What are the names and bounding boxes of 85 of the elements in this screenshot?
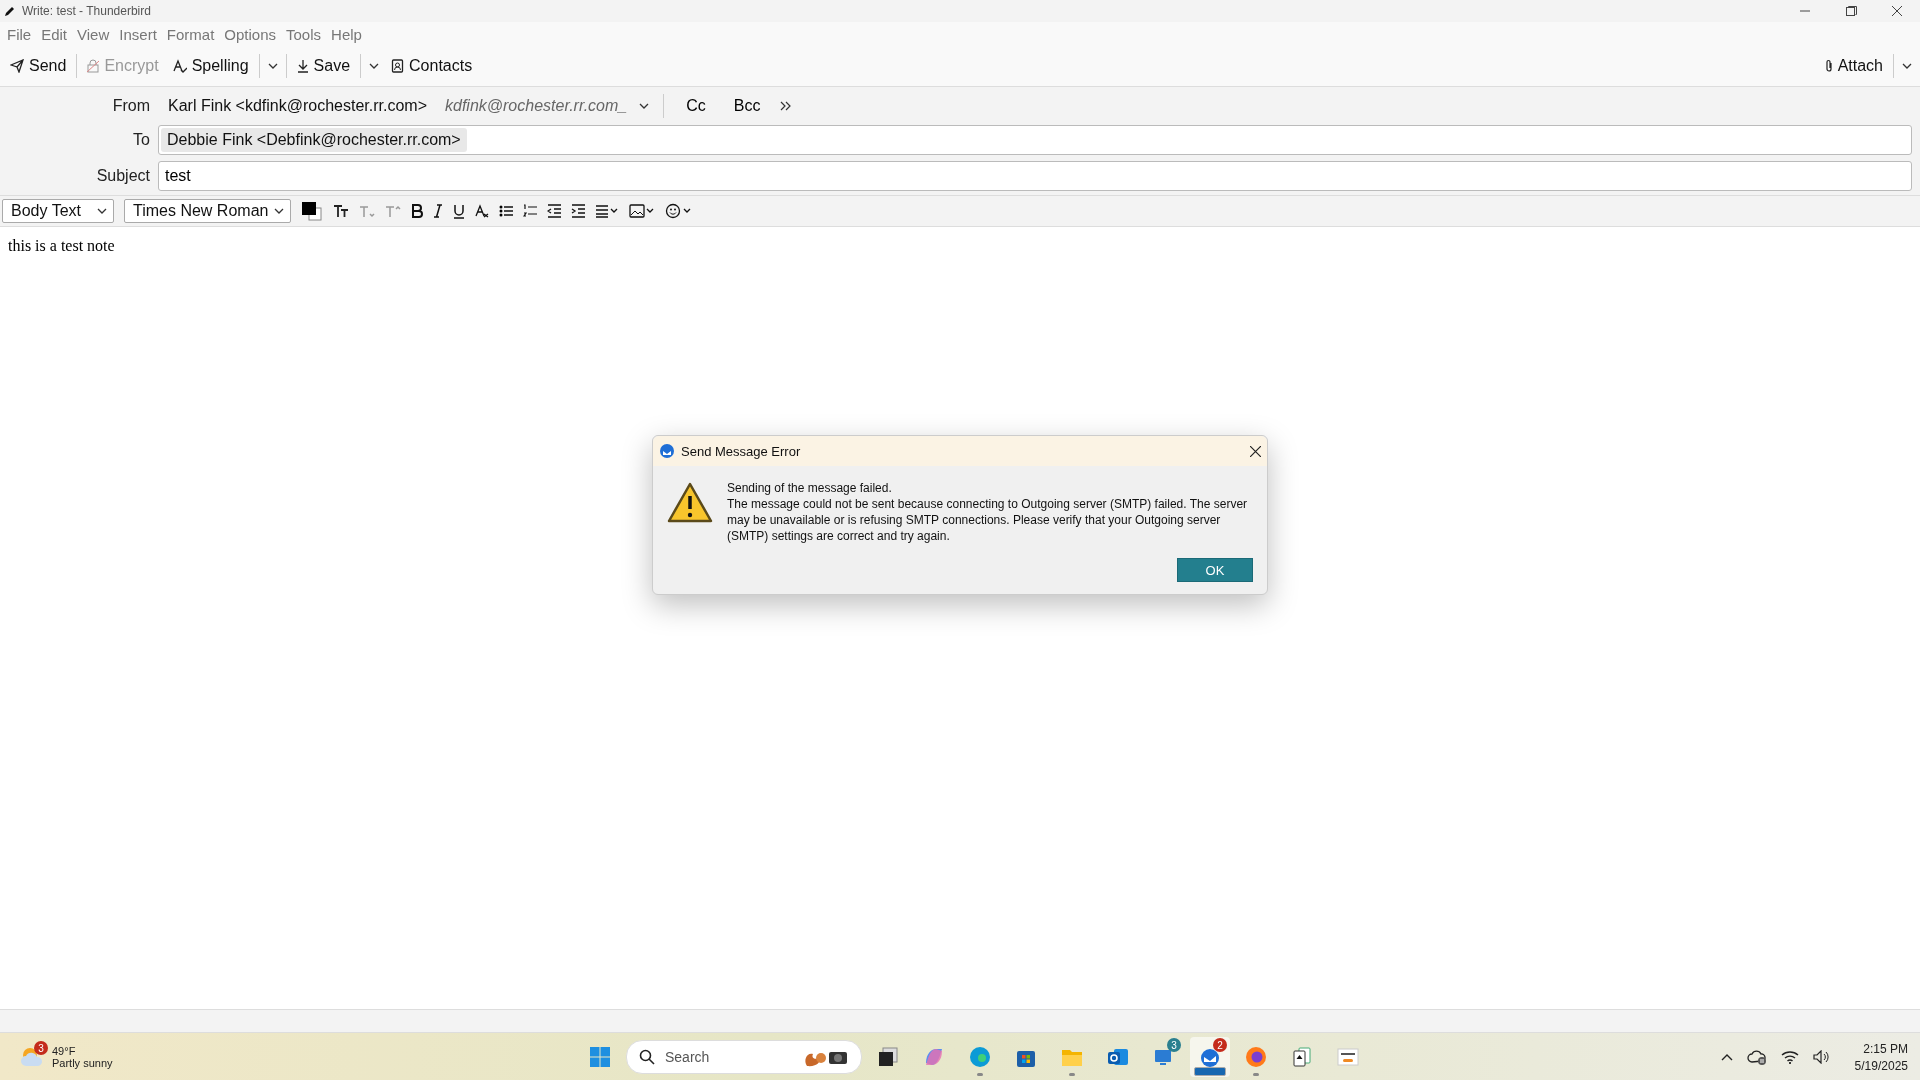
address-book-icon <box>391 59 405 73</box>
caret-icon <box>97 208 107 214</box>
message-body-text: this is a test note <box>8 237 115 254</box>
insert-image-icon[interactable] <box>629 204 656 218</box>
caret-icon <box>369 63 380 69</box>
caret-icon <box>267 63 278 69</box>
menu-item[interactable]: View <box>72 25 115 43</box>
font-select[interactable]: Times New Roman <box>124 199 292 223</box>
windows-logo-icon <box>590 1047 610 1067</box>
lock-icon <box>87 59 100 73</box>
recipient-pill[interactable]: Debbie Fink <Debfink@rochester.rr.com> <box>161 128 467 152</box>
font-size-icon[interactable] <box>333 204 350 218</box>
text-color-icon[interactable] <box>301 201 324 221</box>
ok-button[interactable]: OK <box>1177 558 1253 582</box>
bold-icon[interactable] <box>411 204 424 218</box>
caret-icon <box>1902 63 1912 69</box>
newspaper-icon <box>1337 1048 1359 1066</box>
running-indicator <box>1253 1073 1259 1076</box>
bullet-list-icon[interactable] <box>499 204 514 218</box>
temperature-text: 49°F <box>52 1045 77 1057</box>
outdent-icon[interactable] <box>547 204 562 218</box>
double-chevron-icon[interactable] <box>780 101 793 111</box>
from-label: From <box>111 97 150 115</box>
subject-field[interactable]: test <box>158 161 1912 191</box>
pencil-icon <box>4 5 16 17</box>
download-icon <box>296 59 309 73</box>
toolbar-button[interactable]: Save <box>290 52 357 80</box>
playing-cards-icon <box>1293 1047 1311 1067</box>
menu-item[interactable]: Insert <box>114 25 162 43</box>
toolbar-button[interactable]: Send <box>4 52 73 80</box>
running-indicator <box>977 1073 983 1076</box>
taskbar-search-field[interactable]: Search <box>626 1040 862 1074</box>
align-icon[interactable] <box>595 204 620 218</box>
close-icon[interactable] <box>1250 445 1261 457</box>
menu-item[interactable]: Help <box>326 25 367 43</box>
underline-icon[interactable] <box>453 203 466 219</box>
weather-condition-text: Partly sunny <box>52 1057 113 1069</box>
running-indicator <box>1069 1073 1075 1076</box>
toolbar-button[interactable]: Spelling <box>166 52 255 80</box>
menu-item[interactable]: File <box>2 25 37 43</box>
error-message: The message could not be sent because connecting to Outgoing server (SMTP) failed. The server may be unavailable or is refusing SMTP connections. Please verify that your Outgoing server (SMTP) settings are correct and try again. <box>727 496 1249 544</box>
folder-icon <box>1062 1050 1082 1066</box>
task-view-icon <box>879 1047 898 1066</box>
spellcheck-icon <box>172 59 187 73</box>
attach-button[interactable]: Attach <box>1818 52 1889 80</box>
notification-badge: 3 <box>34 1041 48 1055</box>
error-message: Sending of the message failed. <box>727 480 893 496</box>
bcc-button[interactable]: Bcc <box>725 95 769 117</box>
cc-button[interactable]: Cc <box>678 95 714 117</box>
paperclip-icon <box>1824 59 1833 73</box>
numbered-list-icon[interactable] <box>523 204 538 218</box>
italic-icon[interactable] <box>433 204 444 218</box>
taskbar-app-button[interactable]: 3 <box>1144 1037 1184 1077</box>
to-label: To <box>132 131 150 149</box>
menu-item[interactable]: Options <box>219 25 281 43</box>
indent-icon[interactable] <box>571 204 586 218</box>
caret-icon <box>274 208 285 214</box>
dialog-title: Send Message Error <box>681 443 802 459</box>
caret-icon <box>639 103 650 109</box>
identity-address: kdfink@rochester.rr.com_ <box>445 97 628 115</box>
clock-date[interactable]: 5/19/2025 <box>1854 1058 1908 1073</box>
window-title: Write: test - Thunderbird <box>22 4 152 18</box>
wifi-icon[interactable] <box>1780 1050 1799 1064</box>
menu-item[interactable]: Tools <box>281 25 327 43</box>
clear-formatting-icon[interactable] <box>475 204 490 218</box>
taskbar-app-button[interactable]: 2 <box>1190 1037 1230 1077</box>
notification-badge: 3 <box>1167 1038 1181 1052</box>
notification-badge: 2 <box>1213 1038 1227 1052</box>
monitor-icon <box>1155 1050 1171 1065</box>
subject-label: Subject <box>95 167 150 185</box>
store-bag-icon <box>1017 1051 1035 1067</box>
toolbar-button[interactable]: Contacts <box>385 52 479 80</box>
speaker-icon[interactable] <box>1812 1050 1831 1064</box>
warning-icon <box>667 482 713 524</box>
search-icon <box>639 1049 655 1065</box>
identity-name[interactable]: Karl Fink <kdfink@rochester.rr.com> <box>162 93 433 119</box>
paragraph-format-select[interactable]: Body Text <box>2 199 114 223</box>
cloud-pause-icon[interactable] <box>1746 1049 1767 1065</box>
chevron-up-icon[interactable] <box>1720 1053 1733 1061</box>
to-field[interactable]: Debbie Fink <Debfink@rochester.rr.com> <box>158 125 1912 155</box>
paper-plane-icon <box>10 59 24 73</box>
running-indicator <box>1194 1067 1226 1076</box>
clock-time[interactable]: 2:15 PM <box>1863 1041 1908 1056</box>
menu-item[interactable]: Format <box>161 25 220 43</box>
menu-item[interactable]: Edit <box>36 25 73 43</box>
